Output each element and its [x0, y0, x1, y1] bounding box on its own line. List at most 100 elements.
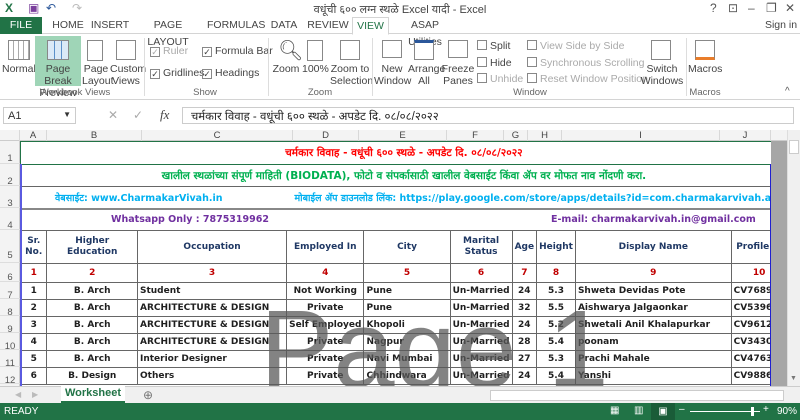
arrange-all-button[interactable]: Arrange All — [408, 63, 445, 87]
next-sheet-icon[interactable]: ▶ — [32, 390, 38, 399]
table-cell[interactable]: CV988627 — [730, 367, 771, 385]
column-number[interactable]: 10 — [730, 263, 771, 283]
headings-checkbox[interactable]: ✓ Headings — [202, 67, 259, 79]
synchronous-scrolling-button[interactable]: Synchronous Scrolling — [527, 57, 644, 69]
table-cell[interactable]: CV343044 — [730, 333, 771, 351]
macros-button[interactable]: Macros — [688, 63, 722, 75]
column-number[interactable]: 5 — [363, 263, 451, 283]
column-header-D[interactable]: D — [293, 130, 359, 141]
switch-windows-button[interactable]: Switch Windows — [640, 63, 684, 87]
zoom-level[interactable]: 90% — [777, 406, 797, 417]
sheet-tab-worksheet[interactable]: Worksheet — [61, 386, 125, 403]
row-header-1[interactable]: 1 — [0, 141, 20, 164]
tab-data[interactable]: DATA — [267, 17, 301, 34]
vertical-scrollbar[interactable]: ▼ — [787, 130, 800, 386]
formula-input[interactable]: चर्मकार विवाह - वधूंची ६०० स्थळे - अपडेट… — [182, 107, 794, 124]
table-cell[interactable]: CV539620 — [730, 299, 771, 317]
table-cell[interactable]: B. Design — [46, 367, 138, 385]
zoom-in-button[interactable]: + — [763, 404, 769, 415]
view-side-by-side-button[interactable]: View Side by Side — [527, 40, 624, 52]
column-number[interactable]: 2 — [46, 263, 138, 283]
column-title[interactable]: Age — [511, 230, 538, 264]
cancel-icon[interactable]: ✕ — [108, 108, 118, 122]
column-title[interactable]: Occupation — [136, 230, 288, 264]
column-number[interactable]: 9 — [574, 263, 732, 283]
table-cell[interactable]: B. Arch — [46, 333, 138, 351]
column-number[interactable]: 7 — [511, 263, 538, 283]
row-header-8[interactable]: 8 — [0, 299, 20, 318]
zoom-to-selection-button[interactable]: Zoom to Selection — [330, 63, 373, 87]
row-header-5[interactable]: 5 — [0, 230, 20, 263]
table-cell[interactable]: 3 — [20, 316, 48, 334]
prev-sheet-icon[interactable]: ◀ — [15, 390, 21, 399]
row-header-4[interactable]: 4 — [0, 208, 20, 231]
table-cell[interactable]: 5 — [20, 350, 48, 368]
column-title[interactable]: Higher Education — [46, 230, 138, 264]
column-header-E[interactable]: E — [359, 130, 447, 141]
ribbon-display-icon[interactable]: ⊡ — [728, 1, 738, 15]
row-header-3[interactable]: 3 — [0, 186, 20, 209]
sign-in-link[interactable]: Sign in — [762, 17, 800, 34]
ruler-checkbox[interactable]: ✓ Ruler — [150, 45, 188, 57]
zoom-button[interactable]: Zoom — [272, 63, 300, 75]
row-header-9[interactable]: 9 — [0, 316, 20, 335]
column-title[interactable]: City — [363, 230, 451, 264]
page-layout-button[interactable]: Page Layout — [82, 63, 114, 87]
help-button[interactable]: ? — [710, 1, 717, 15]
column-header-J[interactable]: J — [720, 130, 771, 141]
zoom-out-button[interactable]: – — [679, 404, 685, 415]
column-title[interactable]: Profile Id — [730, 230, 771, 264]
column-header-B[interactable]: B — [47, 130, 142, 141]
tab-formulas[interactable]: FORMULAS — [207, 17, 265, 34]
normal-view-icon[interactable]: ▦ — [610, 405, 619, 416]
page-layout-view-icon[interactable]: ▥ — [634, 405, 643, 416]
page-break-preview-button[interactable]: Page Break Preview — [35, 36, 81, 99]
column-header-G[interactable]: G — [504, 130, 528, 141]
column-title[interactable]: Marital Status — [449, 230, 513, 264]
column-title[interactable]: Height — [536, 230, 576, 264]
reset-window-position-button[interactable]: Reset Window Position — [527, 73, 648, 85]
column-number[interactable]: 3 — [136, 263, 288, 283]
tab-review[interactable]: REVIEW — [306, 17, 350, 34]
select-all-button[interactable] — [0, 130, 20, 141]
table-cell[interactable]: CV768978 — [730, 282, 771, 300]
zoom-slider-thumb[interactable] — [750, 407, 754, 416]
name-box[interactable]: A1 ▼ — [3, 107, 76, 124]
zoom-100-button[interactable]: 100% — [302, 63, 329, 75]
tab-insert[interactable]: INSERT — [90, 17, 130, 34]
split-button[interactable]: Split — [477, 40, 510, 52]
row-header-6[interactable]: 6 — [0, 263, 20, 283]
subtitle-cell[interactable]: खालील स्थळांच्या संपूर्ण माहिती (BIODATA… — [20, 164, 771, 187]
table-cell[interactable]: 6 — [20, 367, 48, 385]
tab-page-layout[interactable]: PAGE LAYOUT — [134, 17, 202, 48]
column-number[interactable]: 4 — [286, 263, 365, 283]
row-header-7[interactable]: 7 — [0, 282, 20, 301]
row-header-10[interactable]: 10 — [0, 333, 20, 352]
enter-icon[interactable]: ✓ — [133, 108, 143, 122]
column-header-A[interactable]: A — [20, 130, 47, 141]
new-window-button[interactable]: New Window — [374, 63, 411, 87]
new-sheet-icon[interactable]: ⊕ — [143, 388, 153, 402]
column-header-H[interactable]: H — [528, 130, 562, 141]
column-header-F[interactable]: F — [447, 130, 504, 141]
column-title[interactable]: Display Name — [574, 230, 732, 264]
tab-file[interactable]: FILE — [0, 17, 42, 34]
horizontal-scrollbar[interactable] — [490, 390, 784, 401]
table-cell[interactable]: CV476366 — [730, 350, 771, 368]
page-break-line[interactable] — [20, 164, 22, 386]
column-number[interactable]: 6 — [449, 263, 513, 283]
table-cell[interactable]: CV961297 — [730, 316, 771, 334]
hide-button[interactable]: Hide — [477, 57, 512, 69]
column-number[interactable]: 8 — [536, 263, 576, 283]
gridlines-checkbox[interactable]: ✓ Gridlines — [150, 67, 204, 79]
table-cell[interactable]: 1 — [20, 282, 48, 300]
zoom-slider[interactable] — [690, 407, 760, 416]
tab-home[interactable]: HOME — [48, 17, 88, 34]
tab-view[interactable]: VIEW — [352, 17, 389, 35]
tab-asap-utilities[interactable]: ASAP Utilities — [393, 17, 457, 48]
app-link[interactable]: मोबाईल ॲप डाउनलोड लिंक: https://play.goo… — [294, 193, 771, 204]
contact-cell[interactable]: Whatsapp Only : 7875319962 E-mail: charma… — [20, 208, 771, 231]
table-cell[interactable]: B. Arch — [46, 282, 138, 300]
column-number[interactable]: 1 — [20, 263, 48, 283]
row-header-12[interactable]: 12 — [0, 367, 20, 386]
